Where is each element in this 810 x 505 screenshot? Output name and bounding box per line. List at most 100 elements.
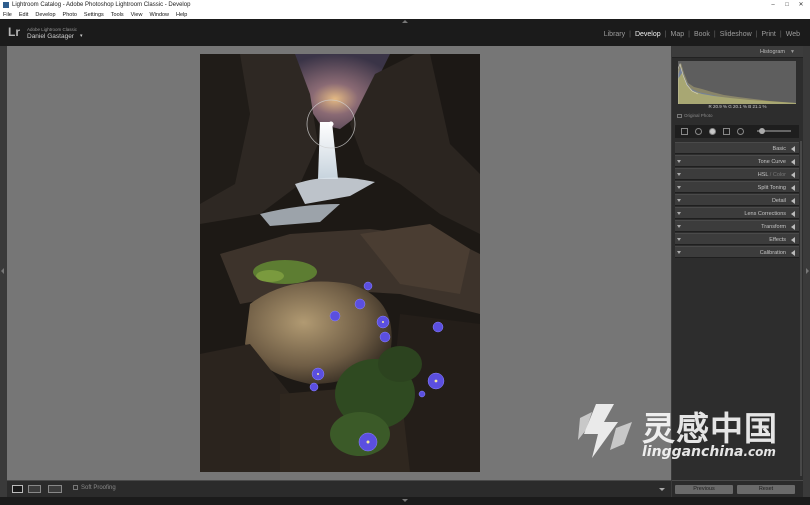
photo-image bbox=[200, 54, 480, 472]
window-titlebar: Lightroom Catalog - Adobe Photoshop Ligh… bbox=[0, 0, 810, 10]
radial-filter-icon[interactable] bbox=[737, 128, 744, 135]
menu-photo[interactable]: Photo bbox=[63, 12, 77, 18]
panel-switch-icon[interactable] bbox=[677, 199, 681, 202]
lightroom-window: Lightroom Catalog - Adobe Photoshop Ligh… bbox=[0, 0, 810, 505]
collapse-icon[interactable]: ▼ bbox=[790, 49, 795, 55]
adjustment-brush-slider[interactable] bbox=[757, 128, 791, 134]
panel-detail[interactable]: Detail bbox=[675, 194, 799, 206]
identity-plate-product: Adobe Lightroom Classic bbox=[27, 27, 78, 32]
top-panel-toggle-icon[interactable] bbox=[402, 20, 408, 23]
hsl-label[interactable]: HSL bbox=[758, 172, 769, 178]
color-label[interactable]: Color bbox=[773, 172, 786, 178]
panel-transform-label: Transform bbox=[761, 224, 786, 230]
lightroom-logo: Lr bbox=[8, 25, 20, 39]
expand-icon[interactable] bbox=[791, 146, 795, 152]
menu-settings[interactable]: Settings bbox=[84, 12, 104, 18]
close-button[interactable]: ✕ bbox=[794, 0, 808, 10]
crop-icon[interactable] bbox=[681, 128, 688, 135]
histogram-curves bbox=[678, 61, 796, 104]
original-photo-label: Original Photo bbox=[684, 113, 713, 118]
toolbar-menu-icon[interactable] bbox=[659, 488, 665, 491]
histogram-title: Histogram bbox=[759, 49, 785, 55]
red-eye-icon[interactable] bbox=[709, 128, 716, 135]
panel-detail-label: Detail bbox=[771, 198, 786, 204]
checkbox-icon[interactable] bbox=[677, 113, 682, 118]
expand-icon[interactable] bbox=[791, 159, 795, 165]
window-title: Lightroom Catalog - Adobe Photoshop Ligh… bbox=[12, 2, 191, 8]
module-library[interactable]: Library bbox=[600, 31, 629, 38]
panel-switch-icon[interactable] bbox=[677, 212, 681, 215]
soft-proofing-toggle[interactable]: Soft Proofing bbox=[73, 485, 116, 491]
panel-hsl-color-label: HSL / Color bbox=[758, 172, 786, 178]
original-photo-toggle[interactable]: Original Photo bbox=[677, 113, 713, 118]
photo-waterfall-flowers[interactable] bbox=[200, 54, 480, 472]
panel-hsl-color[interactable]: HSL / Color bbox=[675, 168, 799, 180]
module-map[interactable]: Map bbox=[666, 31, 688, 38]
menu-window[interactable]: Window bbox=[149, 12, 169, 18]
filmstrip-bar bbox=[0, 497, 810, 505]
histogram-graph[interactable] bbox=[678, 61, 796, 104]
menu-help[interactable]: Help bbox=[176, 12, 187, 18]
module-print[interactable]: Print bbox=[757, 31, 779, 38]
watermark-url-tld: .com bbox=[743, 445, 776, 459]
photo-canvas[interactable] bbox=[7, 46, 671, 480]
slider-knob[interactable] bbox=[759, 128, 765, 134]
panel-switch-icon[interactable] bbox=[677, 238, 681, 241]
module-slideshow[interactable]: Slideshow bbox=[716, 31, 756, 38]
expand-icon[interactable] bbox=[791, 250, 795, 256]
expand-icon[interactable] bbox=[791, 211, 795, 217]
maximize-button[interactable]: □ bbox=[780, 0, 794, 10]
identity-plate-user[interactable]: Daniel Gastager bbox=[27, 33, 74, 40]
loupe-view-button[interactable] bbox=[12, 485, 23, 493]
panel-switch-icon[interactable] bbox=[677, 251, 681, 254]
expand-icon[interactable] bbox=[791, 198, 795, 204]
watermark: 灵感中国 lingganchina.com bbox=[574, 400, 804, 470]
graduated-filter-icon[interactable] bbox=[723, 128, 730, 135]
expand-icon[interactable] bbox=[791, 224, 795, 230]
left-panel-toggle-icon[interactable] bbox=[1, 268, 4, 274]
panel-switch-icon[interactable] bbox=[677, 173, 681, 176]
histogram-rgb-values: R 20.9 % G 20.1 % B 21.1 % bbox=[708, 104, 767, 109]
watermark-url-main: lingganchina bbox=[642, 444, 744, 460]
expand-icon[interactable] bbox=[791, 237, 795, 243]
spot-removal-icon[interactable] bbox=[695, 128, 702, 135]
panel-lens-corrections-label: Lens Corrections bbox=[744, 211, 786, 217]
expand-icon[interactable] bbox=[791, 185, 795, 191]
previous-button[interactable]: Previous bbox=[675, 485, 733, 494]
panel-basic[interactable]: Basic bbox=[675, 142, 799, 154]
panel-calibration-label: Calibration bbox=[759, 250, 786, 256]
panel-split-toning[interactable]: Split Toning bbox=[675, 181, 799, 193]
menu-view[interactable]: View bbox=[131, 12, 143, 18]
soft-proofing-label: Soft Proofing bbox=[81, 485, 116, 492]
right-panel-toggle-icon[interactable] bbox=[806, 268, 809, 274]
expand-icon[interactable] bbox=[791, 172, 795, 178]
minimize-button[interactable]: – bbox=[766, 0, 780, 10]
panel-effects[interactable]: Effects bbox=[675, 233, 799, 245]
panel-tone-curve[interactable]: Tone Curve bbox=[675, 155, 799, 167]
reset-button[interactable]: Reset bbox=[737, 485, 795, 494]
filmstrip-toggle-icon[interactable] bbox=[402, 499, 408, 502]
menu-develop[interactable]: Develop bbox=[35, 12, 55, 18]
panel-basic-label: Basic bbox=[772, 146, 786, 152]
chevron-down-icon[interactable]: ▾ bbox=[80, 33, 83, 39]
histogram-header[interactable]: Histogram ▼ bbox=[672, 46, 803, 58]
panel-lens-corrections[interactable]: Lens Corrections bbox=[675, 207, 799, 219]
checkbox-icon[interactable] bbox=[73, 485, 78, 490]
menu-tools[interactable]: Tools bbox=[111, 12, 124, 18]
menu-bar: File Edit Develop Photo Settings Tools V… bbox=[0, 10, 810, 19]
panel-transform[interactable]: Transform bbox=[675, 220, 799, 232]
before-after-mode-button[interactable] bbox=[48, 485, 62, 493]
panel-switch-icon[interactable] bbox=[677, 160, 681, 163]
panel-switch-icon[interactable] bbox=[677, 186, 681, 189]
bottom-toolbar: Soft Proofing bbox=[7, 480, 671, 497]
menu-edit[interactable]: Edit bbox=[19, 12, 28, 18]
before-after-view-button[interactable] bbox=[28, 485, 41, 493]
panel-tone-curve-label: Tone Curve bbox=[757, 159, 786, 165]
module-develop[interactable]: Develop bbox=[631, 31, 665, 38]
module-web[interactable]: Web bbox=[782, 31, 804, 38]
app-icon bbox=[3, 2, 9, 8]
menu-file[interactable]: File bbox=[3, 12, 12, 18]
panel-calibration[interactable]: Calibration bbox=[675, 246, 799, 258]
module-book[interactable]: Book bbox=[690, 31, 714, 38]
panel-switch-icon[interactable] bbox=[677, 225, 681, 228]
